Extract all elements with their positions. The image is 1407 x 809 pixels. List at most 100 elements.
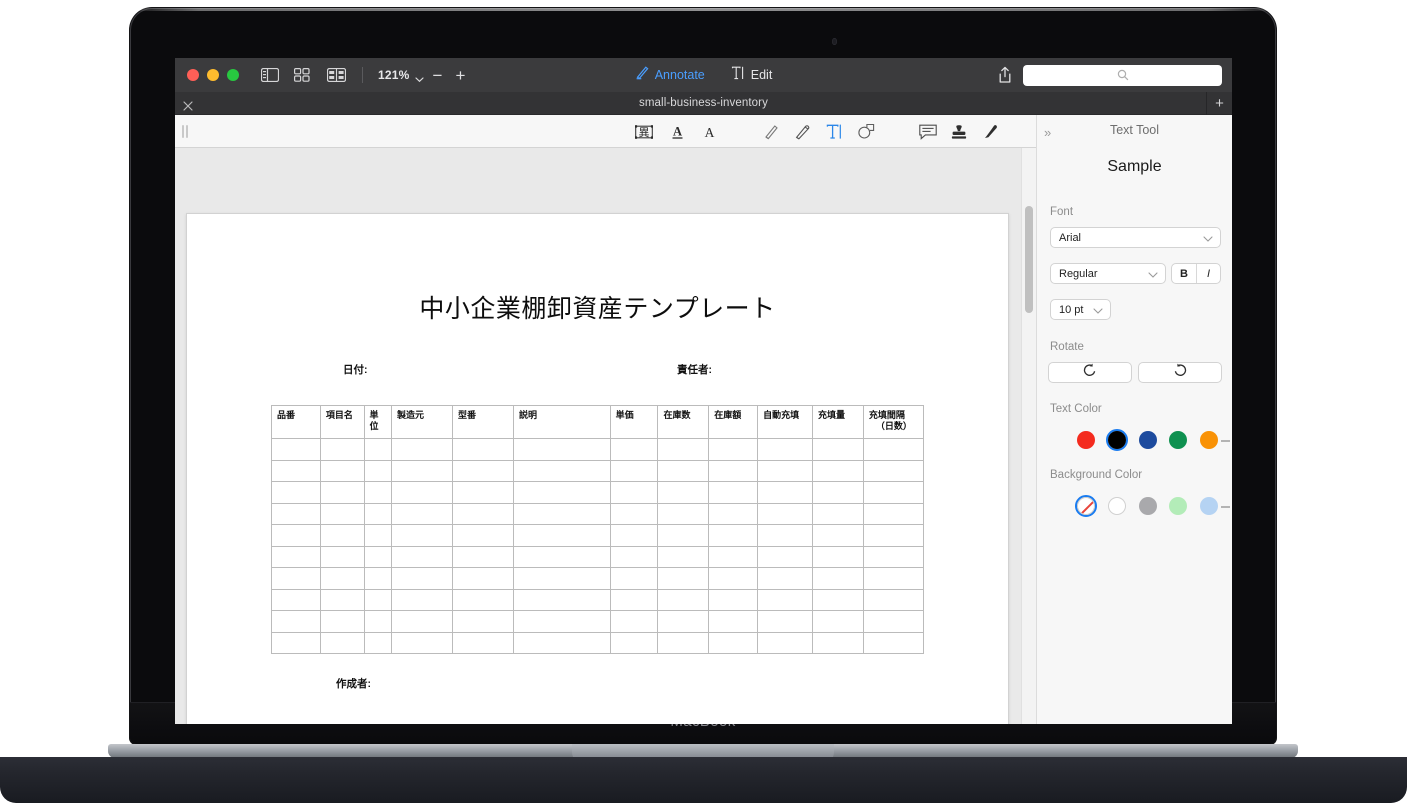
table-cell[interactable] — [452, 524, 515, 547]
table-cell[interactable] — [757, 438, 814, 461]
table-cell[interactable] — [390, 545, 454, 568]
table-cell[interactable] — [862, 481, 925, 504]
table-cell[interactable] — [812, 438, 864, 461]
table-cell[interactable] — [609, 588, 659, 611]
table-cell[interactable] — [513, 502, 611, 525]
table-row[interactable] — [271, 610, 925, 633]
table-cell[interactable] — [708, 588, 759, 611]
contact-sheet-icon[interactable] — [327, 67, 346, 83]
table-cell[interactable] — [513, 459, 611, 482]
table-cell[interactable] — [708, 567, 759, 590]
comment-icon[interactable] — [917, 121, 939, 143]
font-family-select[interactable]: Arial — [1050, 227, 1221, 248]
table-cell[interactable] — [757, 481, 814, 504]
pencil-icon[interactable] — [760, 121, 782, 143]
table-cell[interactable] — [708, 524, 759, 547]
table-cell[interactable] — [452, 631, 515, 654]
table-cell[interactable] — [319, 567, 365, 590]
table-cell[interactable] — [657, 438, 710, 461]
table-cell[interactable] — [363, 610, 393, 633]
text-color-swatch-black[interactable] — [1108, 431, 1126, 449]
table-cell[interactable] — [657, 588, 710, 611]
italic-button[interactable]: I — [1196, 264, 1220, 283]
table-cell[interactable] — [319, 545, 365, 568]
table-cell[interactable] — [708, 502, 759, 525]
table-cell[interactable] — [708, 610, 759, 633]
table-cell[interactable] — [363, 588, 393, 611]
table-cell[interactable] — [609, 610, 659, 633]
text-color-swatch-red[interactable] — [1077, 431, 1095, 449]
table-cell[interactable] — [812, 588, 864, 611]
table-cell[interactable] — [657, 481, 710, 504]
shapes-icon[interactable] — [855, 121, 877, 143]
table-cell[interactable] — [862, 631, 925, 654]
table-cell[interactable] — [812, 631, 864, 654]
table-cell[interactable] — [319, 502, 365, 525]
table-cell[interactable] — [319, 438, 365, 461]
table-row[interactable] — [271, 588, 925, 611]
close-button[interactable] — [187, 69, 199, 81]
table-cell[interactable] — [862, 459, 925, 482]
table-cell[interactable] — [319, 481, 365, 504]
table-cell[interactable] — [708, 438, 759, 461]
table-cell[interactable] — [862, 545, 925, 568]
table-cell[interactable] — [757, 610, 814, 633]
text-color-swatch-green[interactable] — [1169, 431, 1187, 449]
table-row[interactable] — [271, 545, 925, 568]
table-cell[interactable] — [757, 545, 814, 568]
table-cell[interactable] — [363, 631, 393, 654]
table-cell[interactable] — [452, 481, 515, 504]
table-cell[interactable] — [609, 438, 659, 461]
zoom-level-value[interactable]: 121% — [378, 68, 410, 82]
table-cell[interactable] — [319, 524, 365, 547]
table-cell[interactable] — [452, 610, 515, 633]
table-cell[interactable] — [812, 610, 864, 633]
table-cell[interactable] — [513, 545, 611, 568]
table-cell[interactable] — [812, 459, 864, 482]
table-cell[interactable] — [513, 631, 611, 654]
stamp-icon[interactable] — [948, 121, 970, 143]
chevron-down-icon[interactable] — [414, 71, 424, 82]
table-cell[interactable] — [363, 567, 393, 590]
table-cell[interactable] — [452, 545, 515, 568]
table-cell[interactable] — [390, 524, 454, 547]
table-cell[interactable] — [452, 567, 515, 590]
table-cell[interactable] — [812, 545, 864, 568]
table-cell[interactable] — [363, 438, 393, 461]
zoom-button[interactable] — [227, 69, 239, 81]
table-cell[interactable] — [862, 610, 925, 633]
table-cell[interactable] — [452, 438, 515, 461]
background-color-swatch-light-blue[interactable] — [1200, 497, 1218, 515]
table-cell[interactable] — [390, 481, 454, 504]
edit-mode-button[interactable]: Edit — [731, 66, 772, 85]
annotate-mode-button[interactable]: Annotate — [635, 65, 705, 85]
table-cell[interactable] — [862, 588, 925, 611]
bold-a-icon[interactable]: A — [666, 121, 688, 143]
table-row[interactable] — [271, 631, 925, 654]
table-cell[interactable] — [757, 459, 814, 482]
table-row[interactable] — [271, 481, 925, 504]
bold-button[interactable]: B — [1172, 264, 1196, 283]
table-cell[interactable] — [271, 502, 321, 525]
table-cell[interactable] — [271, 588, 321, 611]
table-cell[interactable] — [319, 588, 365, 611]
zoom-in-button[interactable]: + — [451, 67, 469, 84]
text-color-swatch-orange[interactable] — [1200, 431, 1218, 449]
table-cell[interactable] — [390, 567, 454, 590]
font-size-select[interactable]: 10 pt — [1050, 299, 1111, 320]
table-cell[interactable] — [271, 545, 321, 568]
text-tool-icon[interactable] — [823, 121, 845, 143]
table-cell[interactable] — [657, 610, 710, 633]
italic-a-icon[interactable]: A — [698, 121, 720, 143]
table-cell[interactable] — [271, 524, 321, 547]
table-cell[interactable] — [319, 610, 365, 633]
table-cell[interactable] — [390, 588, 454, 611]
table-cell[interactable] — [609, 481, 659, 504]
table-cell[interactable] — [609, 545, 659, 568]
table-cell[interactable] — [390, 459, 454, 482]
table-cell[interactable] — [513, 588, 611, 611]
table-cell[interactable] — [513, 524, 611, 547]
table-cell[interactable] — [271, 459, 321, 482]
sidebar-icon[interactable] — [261, 67, 280, 83]
table-cell[interactable] — [363, 545, 393, 568]
